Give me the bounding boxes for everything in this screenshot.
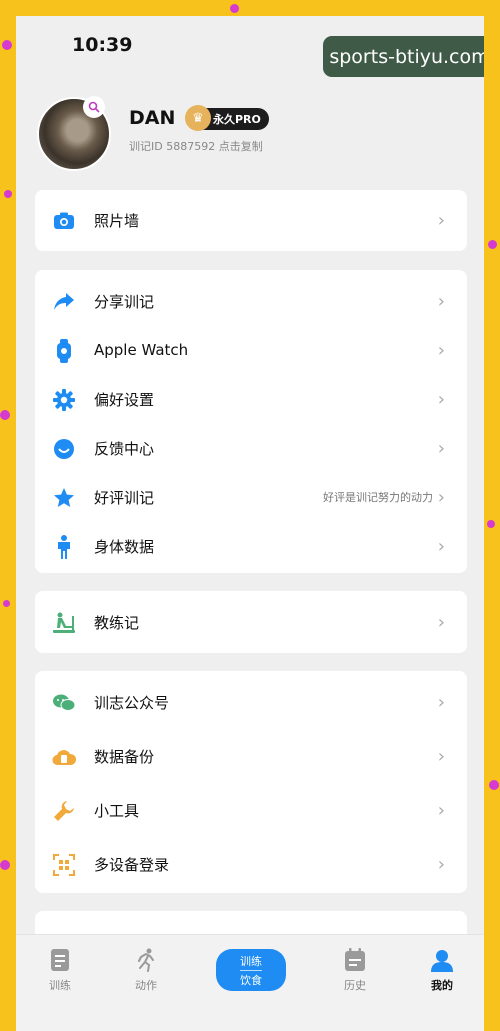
menu-item-label: 训志公众号: [94, 693, 170, 712]
search-icon[interactable]: [83, 96, 105, 118]
watch-icon: [52, 339, 76, 363]
runner-icon: [118, 945, 174, 975]
center-tab-top: 训练: [240, 955, 262, 968]
menu-item-coach[interactable]: 教练记 ›: [35, 599, 467, 645]
chevron-right-icon: ›: [437, 209, 445, 231]
chevron-right-icon: ›: [437, 388, 445, 410]
menu-item-backup[interactable]: 数据备份 ›: [35, 733, 467, 779]
center-tab-bottom: 饮食: [240, 974, 262, 987]
tab-label: 训练: [49, 979, 71, 992]
tab-train-diet[interactable]: 训练 饮食: [216, 949, 286, 991]
status-time: 10:39: [72, 34, 133, 56]
user-icon: [414, 945, 470, 975]
person-icon: [52, 535, 76, 559]
menu-item-label: 偏好设置: [94, 390, 155, 409]
star-icon: [52, 486, 76, 510]
menu-card-photo: 照片墙 ›: [35, 190, 467, 251]
menu-item-body-data[interactable]: 身体数据 ›: [35, 523, 467, 569]
menu-item-multi-device[interactable]: 多设备登录 ›: [35, 841, 467, 887]
menu-item-tools[interactable]: 小工具 ›: [35, 787, 467, 833]
menu-item-photo-wall[interactable]: 照片墙 ›: [35, 197, 467, 243]
chevron-right-icon: ›: [437, 339, 445, 361]
menu-item-label: 多设备登录: [94, 855, 170, 874]
coach-icon: [52, 611, 76, 635]
smile-icon: [52, 437, 76, 461]
tab-label: 历史: [344, 979, 366, 992]
chevron-right-icon: ›: [437, 611, 445, 633]
user-id[interactable]: 训记ID 5887592 点击复制: [129, 138, 263, 154]
username: DAN: [129, 107, 176, 129]
pro-badge-label: 永久PRO: [213, 113, 261, 126]
wechat-icon: [52, 691, 76, 715]
wrench-icon: [52, 799, 76, 823]
tab-bar: 训练 动作 训练 饮食 历史 我的: [16, 934, 484, 1031]
pro-badge[interactable]: ♛ 永久PRO: [185, 105, 269, 131]
chevron-right-icon: ›: [437, 691, 445, 713]
menu-item-label: 照片墙: [94, 211, 140, 230]
menu-item-label: 分享训记: [94, 292, 155, 311]
chevron-right-icon: ›: [437, 486, 445, 508]
phone-screen: 10:39 sports-btiyu.com DAN ♛ 永久PRO 训记ID …: [16, 16, 484, 1031]
menu-item-label: 小工具: [94, 801, 140, 820]
menu-item-apple-watch[interactable]: Apple Watch ›: [35, 327, 467, 373]
camera-icon: [52, 209, 76, 233]
menu-card-main: 分享训记 › Apple Watch › 偏好设置 › 反馈中心 › 好评训记 …: [35, 270, 467, 573]
menu-item-label: Apple Watch: [94, 341, 189, 359]
share-icon: [52, 290, 76, 314]
menu-item-label: 数据备份: [94, 747, 155, 766]
chevron-right-icon: ›: [437, 799, 445, 821]
chevron-right-icon: ›: [437, 745, 445, 767]
tab-train[interactable]: 训练: [32, 945, 88, 993]
qr-code-icon: [52, 853, 76, 877]
clipboard-icon: [32, 945, 88, 975]
menu-item-feedback[interactable]: 反馈中心 ›: [35, 425, 467, 471]
menu-item-wechat[interactable]: 训志公众号 ›: [35, 679, 467, 725]
menu-item-share[interactable]: 分享训记 ›: [35, 278, 467, 324]
rate-hint: 好评是训记努力的动力: [323, 491, 433, 504]
chevron-right-icon: ›: [437, 853, 445, 875]
chevron-right-icon: ›: [437, 437, 445, 459]
tab-mine[interactable]: 我的: [414, 945, 470, 993]
chevron-right-icon: ›: [437, 290, 445, 312]
chevron-right-icon: ›: [437, 535, 445, 557]
center-tab-divider: [240, 970, 262, 971]
menu-item-preferences[interactable]: 偏好设置 ›: [35, 376, 467, 422]
menu-card-tools: 训志公众号 › 数据备份 › 小工具 › 多设备登录 ›: [35, 671, 467, 893]
watermark: sports-btiyu.com: [323, 36, 484, 77]
crown-icon: ♛: [185, 105, 211, 131]
menu-card-coach: 教练记 ›: [35, 591, 467, 653]
gear-icon: [52, 388, 76, 412]
tab-history[interactable]: 历史: [327, 945, 383, 993]
tab-moves[interactable]: 动作: [118, 945, 174, 993]
menu-item-rate[interactable]: 好评训记 好评是训记努力的动力 ›: [35, 474, 467, 520]
tab-label: 我的: [431, 979, 453, 992]
menu-item-label: 身体数据: [94, 537, 155, 556]
menu-item-label: 好评训记: [94, 488, 155, 507]
menu-item-label: 教练记: [94, 613, 140, 632]
menu-item-label: 反馈中心: [94, 439, 155, 458]
cloud-backup-icon: [52, 745, 76, 769]
calendar-icon: [327, 945, 383, 975]
tab-label: 动作: [135, 979, 157, 992]
